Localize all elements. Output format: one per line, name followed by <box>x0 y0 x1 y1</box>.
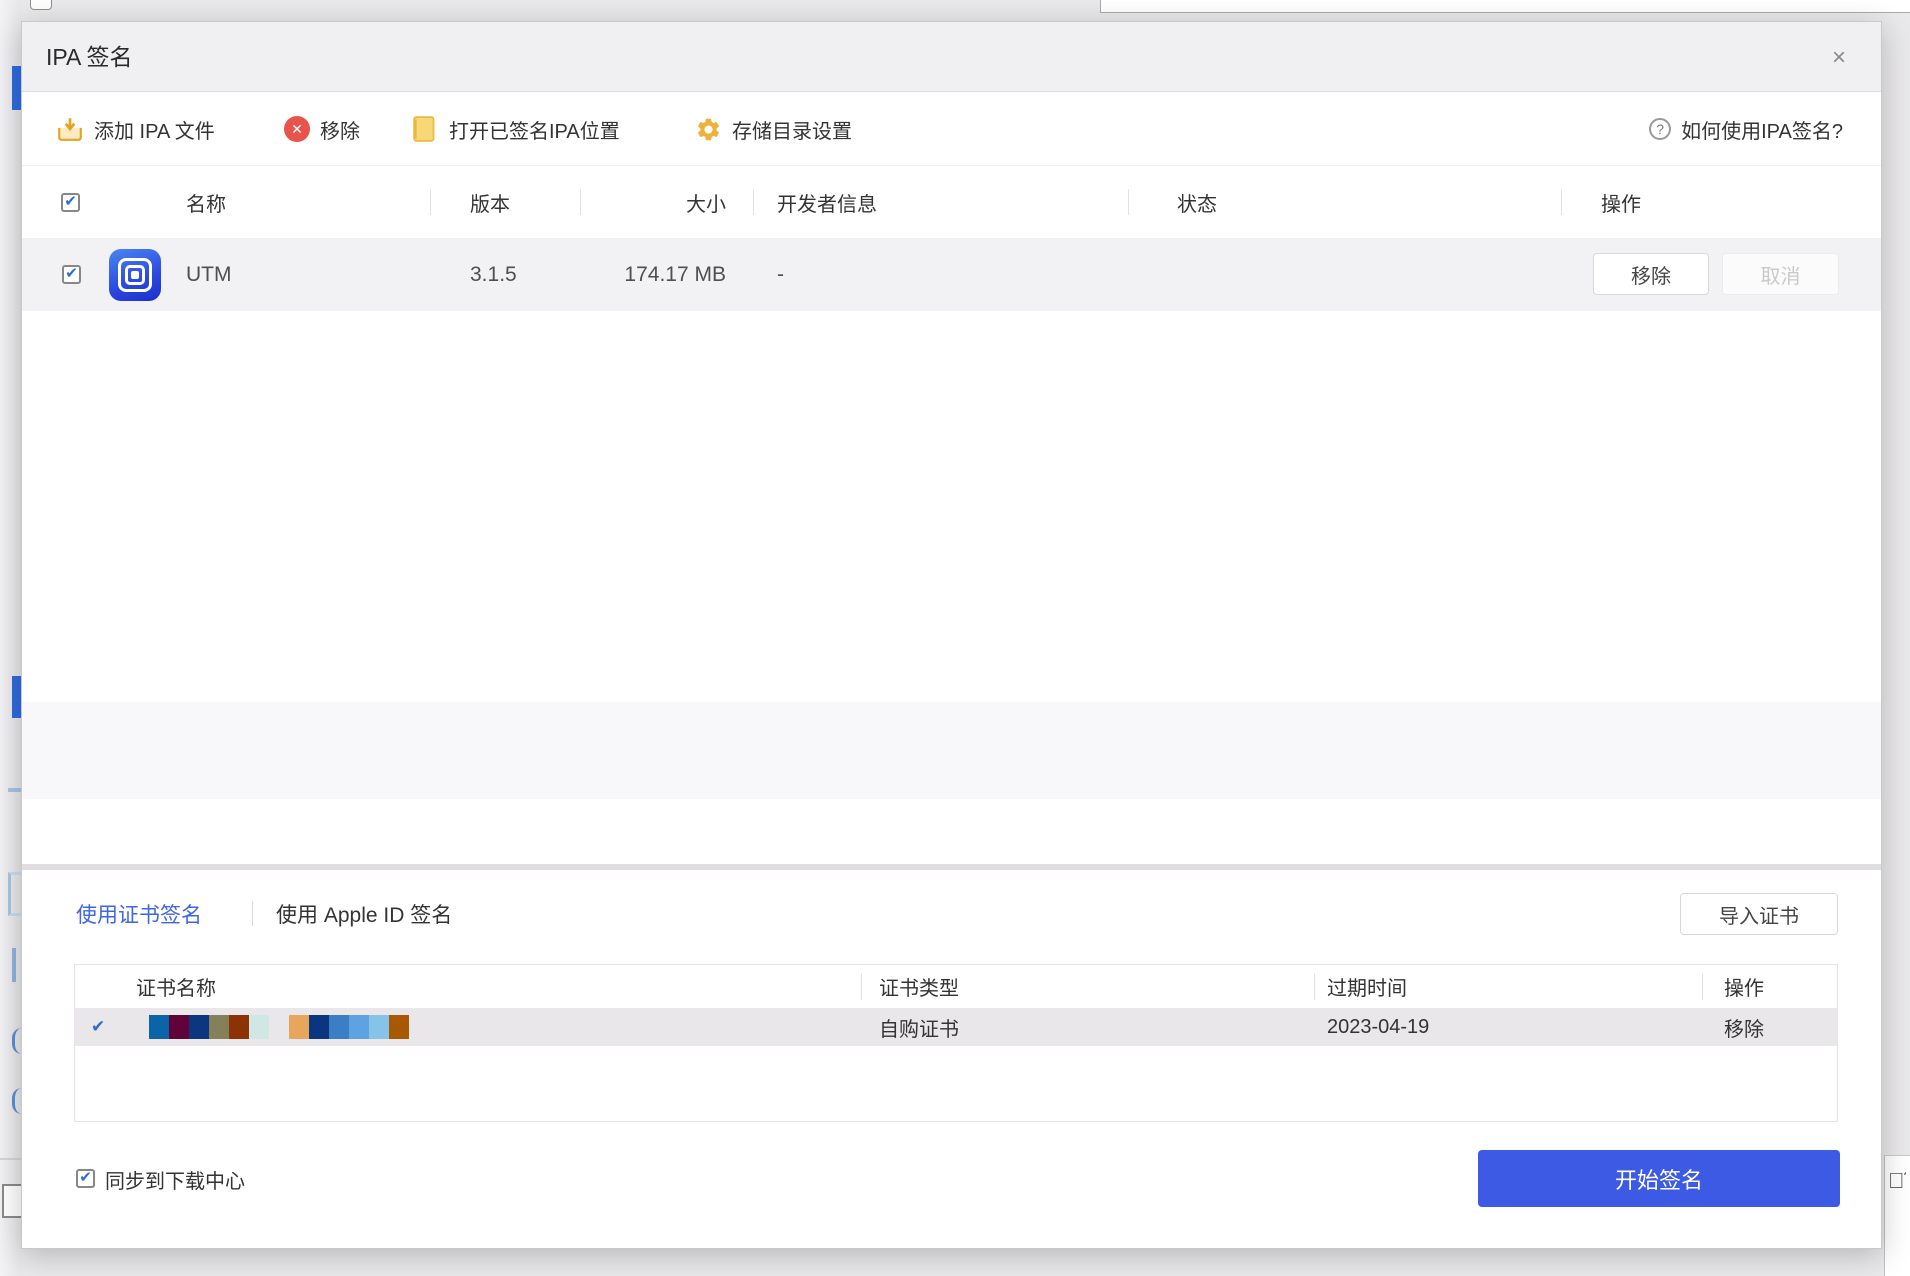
close-icon[interactable]: × <box>1821 40 1857 76</box>
gear-icon <box>695 116 722 143</box>
dialog-title: IPA 签名 <box>46 22 133 92</box>
column-divider <box>580 189 581 215</box>
col-size: 大小 <box>582 166 726 238</box>
sync-download-checkbox[interactable]: ✔ <box>76 1169 95 1188</box>
selected-check-icon: ✔ <box>91 1008 105 1046</box>
column-divider <box>861 974 862 1000</box>
add-ipa-label: 添加 IPA 文件 <box>94 115 215 144</box>
background-icon-fragment <box>8 788 22 792</box>
remove-label: 移除 <box>320 115 360 144</box>
start-signing-button[interactable]: 开始签名 <box>1478 1150 1840 1207</box>
help-link[interactable]: ? 如何使用IPA签名? <box>1649 92 1843 166</box>
dialog-titlebar: IPA 签名 × <box>22 22 1881 92</box>
cert-name-redacted <box>149 1008 409 1046</box>
cert-type: 自购证书 <box>879 1008 959 1046</box>
col-developer: 开发者信息 <box>777 166 877 238</box>
background-icon-fragment <box>8 872 22 916</box>
col-cert-expiry: 过期时间 <box>1327 965 1407 1008</box>
add-ipa-button[interactable]: 添加 IPA 文件 <box>56 92 215 166</box>
certificate-row[interactable]: ✔ 自购证书 2023-04-19 移除 <box>75 1008 1837 1046</box>
open-signed-location-button[interactable]: 打开已签名IPA位置 <box>413 92 620 166</box>
help-circle-icon: ? <box>1649 118 1671 140</box>
column-divider <box>1128 189 1129 215</box>
cert-expiry: 2023-04-19 <box>1327 1008 1429 1046</box>
certificate-table-header: 证书名称 证书类型 过期时间 操作 <box>75 965 1837 1008</box>
app-name: UTM <box>186 238 232 311</box>
column-divider <box>1561 189 1562 215</box>
background-text-fragment: 千̃ <box>1888 1168 1906 1198</box>
help-label: 如何使用IPA签名? <box>1681 115 1843 144</box>
row-checkbox[interactable]: ✔ <box>62 238 81 311</box>
import-tray-icon <box>56 115 84 143</box>
background-button-fragment <box>30 0 52 10</box>
app-size: 174.17 MB <box>582 238 726 311</box>
empty-row-stripe <box>22 702 1881 799</box>
sync-download-label: 同步到下载中心 <box>105 1162 245 1196</box>
col-action: 操作 <box>1601 166 1641 238</box>
col-cert-type: 证书类型 <box>879 965 959 1008</box>
import-certificate-button[interactable]: 导入证书 <box>1680 893 1838 935</box>
col-name: 名称 <box>186 166 226 238</box>
storage-settings-button[interactable]: 存储目录设置 <box>695 92 852 166</box>
col-status: 状态 <box>1177 166 1217 238</box>
certificate-table: 证书名称 证书类型 过期时间 操作 ✔ 自购证书 2023-04-19 移除 <box>74 964 1838 1122</box>
col-version: 版本 <box>470 166 510 238</box>
column-divider <box>1702 974 1703 1000</box>
col-cert-action: 操作 <box>1724 965 1764 1008</box>
ipa-sign-dialog: IPA 签名 × 添加 IPA 文件 ✕ 移除 打开已 <box>21 21 1882 1249</box>
remove-circle-icon: ✕ <box>284 116 310 142</box>
app-version: 3.1.5 <box>470 238 517 311</box>
tab-divider <box>252 901 253 926</box>
storage-settings-label: 存储目录设置 <box>732 115 852 144</box>
folder-icon <box>413 115 439 143</box>
ipa-table-row[interactable]: ✔ UTM 3.1.5 174.17 MB - 移除 取消 <box>22 238 1881 311</box>
tab-sign-with-certificate[interactable]: 使用证书签名 <box>76 893 202 934</box>
column-divider <box>753 189 754 215</box>
select-all-checkbox[interactable]: ✔ <box>61 166 80 238</box>
cert-remove-link[interactable]: 移除 <box>1724 1008 1764 1046</box>
col-cert-name: 证书名称 <box>136 965 216 1008</box>
background-icon-fragment <box>12 948 16 982</box>
row-cancel-button: 取消 <box>1722 253 1839 295</box>
tab-sign-with-apple-id[interactable]: 使用 Apple ID 签名 <box>276 893 452 934</box>
background-window-panel <box>1100 0 1910 13</box>
open-signed-location-label: 打开已签名IPA位置 <box>449 115 620 144</box>
utm-app-icon <box>109 238 161 311</box>
dialog-toolbar: 添加 IPA 文件 ✕ 移除 打开已签名IPA位置 存储目录设置 <box>22 92 1881 166</box>
column-divider <box>1314 974 1315 1000</box>
ipa-table-header: ✔ 名称 版本 大小 开发者信息 状态 操作 <box>22 166 1881 238</box>
remove-ipa-button[interactable]: ✕ 移除 <box>284 92 360 166</box>
background-window-edge <box>0 0 21 1276</box>
column-divider <box>430 189 431 215</box>
section-divider <box>22 864 1881 870</box>
app-developer: - <box>777 238 784 311</box>
row-remove-button[interactable]: 移除 <box>1593 253 1709 295</box>
